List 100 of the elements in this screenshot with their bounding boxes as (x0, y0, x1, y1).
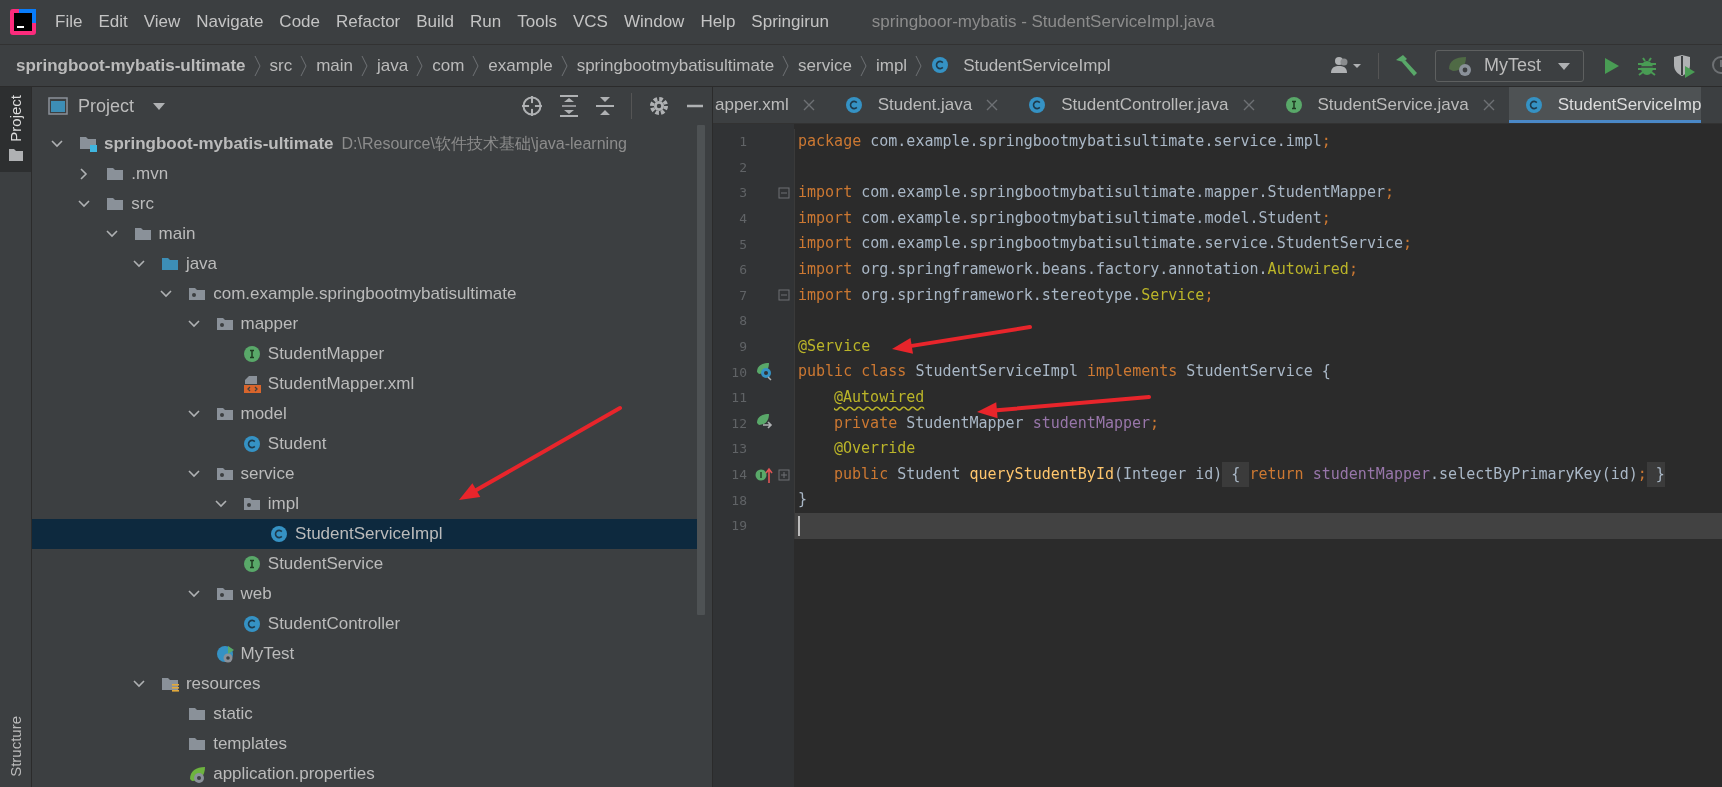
class-icon (844, 95, 864, 115)
menu-item[interactable]: Build (409, 9, 462, 35)
code-line: } (794, 487, 1722, 513)
editor-tab[interactable]: Student.java (828, 87, 1013, 123)
code-line: import com.example.springbootmybatisultimate.service.StudentService; (794, 231, 1722, 257)
chevron-separator-icon (782, 54, 791, 77)
tree-item[interactable]: StudentMapper (32, 339, 697, 369)
breadcrumb-item[interactable]: StudentServiceImpl (927, 53, 1115, 78)
code-line: public class StudentServiceImpl implements StudentService { (794, 359, 1722, 385)
bean-icon[interactable] (754, 362, 774, 383)
settings-icon[interactable] (648, 95, 670, 117)
expand-all-icon[interactable] (559, 95, 579, 117)
class-icon (1524, 95, 1544, 115)
menu-item[interactable]: Code (272, 9, 327, 35)
project-view-selector[interactable]: Project (48, 95, 167, 117)
chevron-separator-icon (560, 54, 569, 77)
breadcrumb-item[interactable]: main (312, 53, 358, 78)
menu-item[interactable]: Window (616, 9, 692, 35)
chevron-separator-icon (361, 54, 370, 77)
editor-tab[interactable]: apper.xml (713, 87, 829, 123)
test-class-icon (215, 644, 235, 664)
code-line: import org.springframework.beans.factory.annotation.Autowired; (794, 256, 1722, 283)
tree-item[interactable]: Student (32, 429, 697, 459)
breadcrumb-item[interactable]: impl (871, 53, 912, 78)
tree-item[interactable]: model (32, 399, 697, 429)
tree-item[interactable]: java (32, 249, 697, 279)
class-icon (242, 614, 262, 634)
module-folder-icon (79, 134, 98, 154)
collapse-all-icon[interactable] (595, 95, 615, 117)
project-path: D:\Resource\软件技术基础\java-learning (341, 133, 627, 154)
window-icon (48, 97, 68, 115)
breadcrumb-item[interactable]: springboot-mybatis-ultimate (16, 53, 250, 78)
chevron-separator-icon (472, 54, 481, 77)
run-configuration-dropdown[interactable]: MyTest (1435, 49, 1584, 82)
menu-item[interactable]: Refactor (329, 9, 408, 35)
editor-tab[interactable]: StudentService.java (1268, 87, 1509, 123)
app-logo (10, 9, 36, 35)
tree-item[interactable]: StudentMapper.xml (32, 369, 697, 399)
fold-marker-icon[interactable] (778, 289, 790, 302)
tree-item[interactable]: web (32, 579, 697, 609)
editor-tab[interactable]: StudentController.java (1012, 87, 1269, 123)
menu-item[interactable]: Springirun (744, 9, 836, 35)
tool-window-tab[interactable]: Structure (0, 708, 31, 787)
folder-icon (7, 147, 24, 162)
tool-window-tab[interactable]: Project (0, 87, 31, 172)
tree-item[interactable]: springboot-mybatis-ultimate D:\Resource\软件技术基础\java-learning (32, 129, 697, 159)
menu-item[interactable]: View (136, 9, 188, 35)
chevron-separator-icon (300, 54, 309, 77)
tree-item[interactable]: resources (32, 669, 697, 699)
tree-item[interactable]: templates (32, 729, 697, 759)
tree-item[interactable]: com.example.springbootmybatisultimate (32, 279, 697, 309)
interface-icon (242, 554, 262, 574)
tree-item[interactable]: main (32, 219, 697, 249)
class-icon (931, 56, 951, 75)
window-title: springboor-mybatis - StudentServiceImpl.java (871, 12, 1215, 32)
coverage-icon[interactable] (1672, 53, 1696, 78)
breadcrumb-item[interactable]: src (265, 53, 297, 78)
tree-item[interactable]: mapper (32, 309, 697, 339)
chevron-separator-icon (416, 54, 425, 77)
chevron-separator-icon (253, 54, 262, 77)
breadcrumb-item[interactable]: com (428, 53, 469, 78)
menu-item[interactable]: File (48, 9, 90, 35)
tree-item[interactable]: StudentServiceImpl (32, 519, 697, 549)
class-icon (270, 524, 290, 544)
tree-item[interactable]: service (32, 459, 697, 489)
editor-tab[interactable]: StudentServiceImp (1508, 87, 1702, 123)
caret-icon (152, 101, 167, 111)
menu-item[interactable]: Run (463, 9, 509, 35)
tree-item[interactable]: application.properties (32, 759, 697, 787)
xml-file-icon (242, 374, 262, 394)
tree-item[interactable]: StudentService (32, 549, 697, 579)
code-line: import com.example.springbootmybatisultimate.model.Student; (794, 205, 1722, 232)
breadcrumb-item[interactable]: springbootmybatisultimate (572, 53, 779, 78)
class-icon (242, 434, 262, 454)
tree-item[interactable]: impl (32, 489, 697, 519)
menu-item[interactable]: Tools (510, 9, 564, 35)
breadcrumb-item[interactable]: java (373, 53, 413, 78)
fold-marker-icon[interactable] (778, 187, 790, 199)
caret-icon (1557, 60, 1571, 71)
menu-item[interactable]: VCS (565, 9, 615, 35)
breadcrumb-item[interactable]: example (484, 53, 557, 78)
menu-item[interactable]: Edit (91, 9, 135, 35)
text-caret (798, 515, 800, 536)
code-line: import org.springframework.stereotype.Service; (794, 282, 1722, 309)
code-line: package com.example.springbootmybatisultimate.service.impl; (794, 129, 1722, 155)
menu-item[interactable]: Navigate (189, 9, 271, 35)
tree-item[interactable]: .mvn (32, 159, 697, 189)
menu-item[interactable]: Help (693, 9, 743, 35)
tree-item[interactable]: static (32, 699, 697, 729)
tree-item[interactable]: StudentController (32, 609, 697, 639)
tree-item[interactable]: MyTest (32, 639, 697, 669)
breadcrumb-item[interactable]: service (794, 53, 856, 78)
interface-icon (1284, 95, 1304, 115)
scrollbar-thumb[interactable] (697, 125, 705, 615)
locate-icon[interactable] (521, 95, 543, 117)
code-line: public Student queryStudentById(Integer id) { return studentMapper.selectByPrimaryKey(id); } (794, 461, 1722, 488)
tree-item[interactable]: src (32, 189, 697, 219)
code-line: import com.example.springbootmybatisultimate.mapper.StudentMapper; (794, 180, 1722, 206)
interface-icon (242, 344, 262, 364)
spring-properties-icon (188, 764, 208, 784)
